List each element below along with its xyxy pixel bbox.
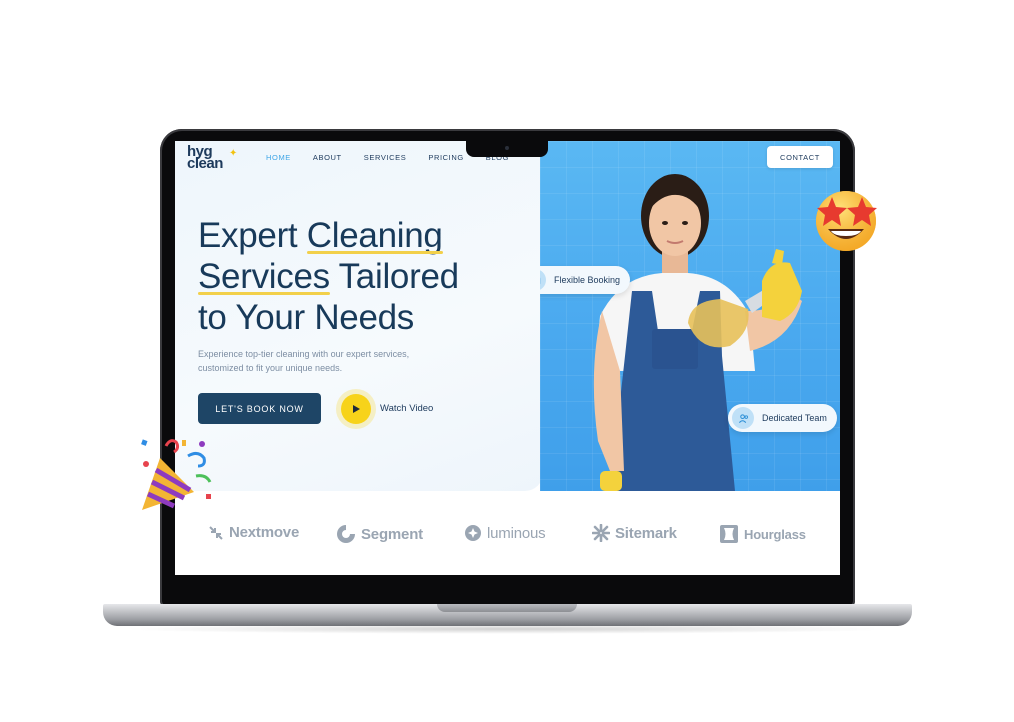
play-video-button[interactable]	[341, 394, 371, 424]
luminous-logo-icon	[465, 525, 481, 541]
headline-highlight-services: Services	[198, 257, 330, 296]
brand-sitemark: Sitemark	[592, 524, 677, 542]
contact-button[interactable]: CONTACT	[767, 146, 833, 168]
cleaner-woman-photo	[593, 174, 802, 491]
flexible-booking-badge: Flexible Booking	[540, 266, 631, 294]
nav-about[interactable]: ABOUT	[313, 153, 342, 162]
headline-part-2: Tailored	[329, 257, 459, 296]
calendar-icon	[540, 275, 541, 286]
brand-logos-strip: Nextmove Segment luminous Sitemark Hourg…	[175, 491, 840, 575]
logo[interactable]: hyg clean ✦	[187, 144, 237, 172]
brand-luminous-label: luminous	[487, 524, 546, 542]
segment-logo-icon	[337, 525, 355, 543]
hero-image-panel: Flexible Booking Dedicated Team	[540, 141, 840, 491]
watch-video-link[interactable]: Watch Video	[380, 403, 433, 414]
nav-services[interactable]: SERVICES	[364, 153, 407, 162]
book-now-button[interactable]: LET'S BOOK NOW	[198, 393, 321, 424]
hero-headline: Expert Cleaning Services Tailored to Your …	[198, 215, 518, 338]
logo-line-2: clean	[187, 155, 223, 172]
calendar-icon-wrap	[540, 269, 546, 291]
brand-segment: Segment	[336, 524, 423, 544]
headline-part-3: to Your Needs	[198, 298, 414, 337]
star-struck-emoji	[816, 191, 877, 251]
hero-left-panel: hyg clean ✦ HOME ABOUT SERVICES PRICING …	[175, 141, 543, 491]
nav-home[interactable]: HOME	[266, 153, 291, 162]
brand-nextmove-label: Nextmove	[229, 524, 300, 541]
website-screen: hyg clean ✦ HOME ABOUT SERVICES PRICING …	[175, 141, 840, 575]
nav-pricing[interactable]: PRICING	[428, 153, 463, 162]
users-icon	[738, 413, 748, 423]
party-popper-emoji	[141, 439, 212, 510]
camera-dot	[505, 146, 509, 150]
nextmove-logo-icon	[209, 525, 223, 540]
laptop-base-notch	[437, 604, 577, 612]
brand-segment-label: Segment	[361, 525, 423, 543]
hourglass-logo-icon	[720, 525, 738, 543]
sitemark-logo-icon	[592, 524, 610, 542]
brand-hourglass-label: Hourglass	[744, 526, 806, 542]
headline-highlight-cleaning: Cleaning	[306, 216, 443, 255]
stage: hyg clean ✦ HOME ABOUT SERVICES PRICING …	[0, 0, 1014, 722]
flexible-booking-label: Flexible Booking	[554, 275, 621, 285]
headline-part-1: Expert	[198, 216, 307, 255]
play-icon	[353, 405, 360, 413]
dedicated-team-label: Dedicated Team	[762, 413, 827, 423]
sparkle-icon: ✦	[229, 148, 237, 159]
brand-nextmove: Nextmove	[208, 524, 299, 541]
hero-subtext: Experience top-tier cleaning with our ex…	[198, 349, 410, 373]
brand-luminous: luminous	[464, 524, 546, 542]
dedicated-team-badge: Dedicated Team	[728, 404, 837, 432]
brand-sitemark-label: Sitemark	[615, 524, 677, 542]
users-icon-wrap	[732, 407, 754, 429]
brand-hourglass: Hourglass	[719, 524, 806, 544]
